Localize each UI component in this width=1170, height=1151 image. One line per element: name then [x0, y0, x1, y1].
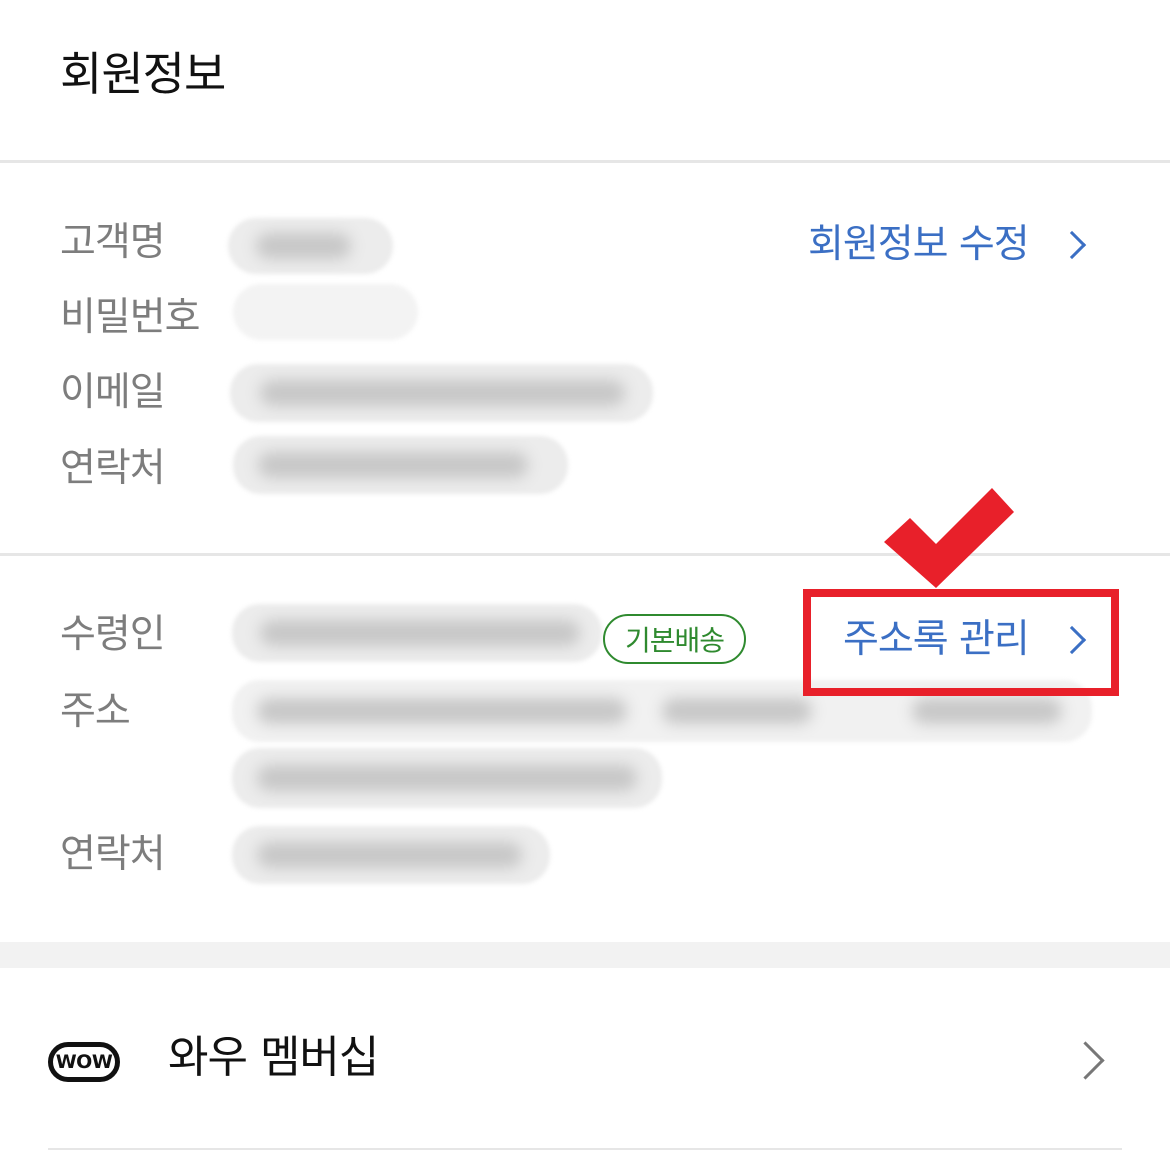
chevron-right-icon: [1057, 230, 1086, 259]
address-line2-redacted: [232, 748, 662, 808]
check-mark-icon: [884, 488, 1014, 588]
page-title: 회원정보: [60, 47, 226, 101]
edit-member-info-link[interactable]: 회원정보 수정: [808, 222, 1086, 267]
divider: [48, 1148, 1122, 1150]
recipient-value-redacted: [232, 604, 602, 662]
section-separator: [0, 942, 1170, 968]
annotation-highlight-box: [803, 589, 1119, 696]
label-customer-name: 고객명: [60, 220, 166, 265]
label-address: 주소: [60, 689, 131, 734]
label-delivery-phone: 연락처: [60, 832, 166, 877]
delivery-phone-value-redacted: [232, 826, 550, 884]
label-phone: 연락처: [60, 446, 166, 491]
customer-name-value-redacted: [228, 218, 393, 274]
label-password: 비밀번호: [60, 295, 201, 340]
default-delivery-badge: 기본배송: [603, 614, 747, 664]
email-value-redacted: [230, 364, 653, 422]
password-value-redacted: [233, 284, 418, 340]
phone-value-redacted: [233, 436, 568, 494]
wow-membership-label: 와우 멤버십: [168, 1032, 379, 1083]
divider: [0, 160, 1170, 163]
wow-badge-icon: WOW: [48, 1042, 120, 1082]
label-email: 이메일: [60, 370, 166, 415]
label-recipient: 수령인: [60, 612, 166, 657]
edit-member-info-label: 회원정보 수정: [808, 222, 1030, 267]
